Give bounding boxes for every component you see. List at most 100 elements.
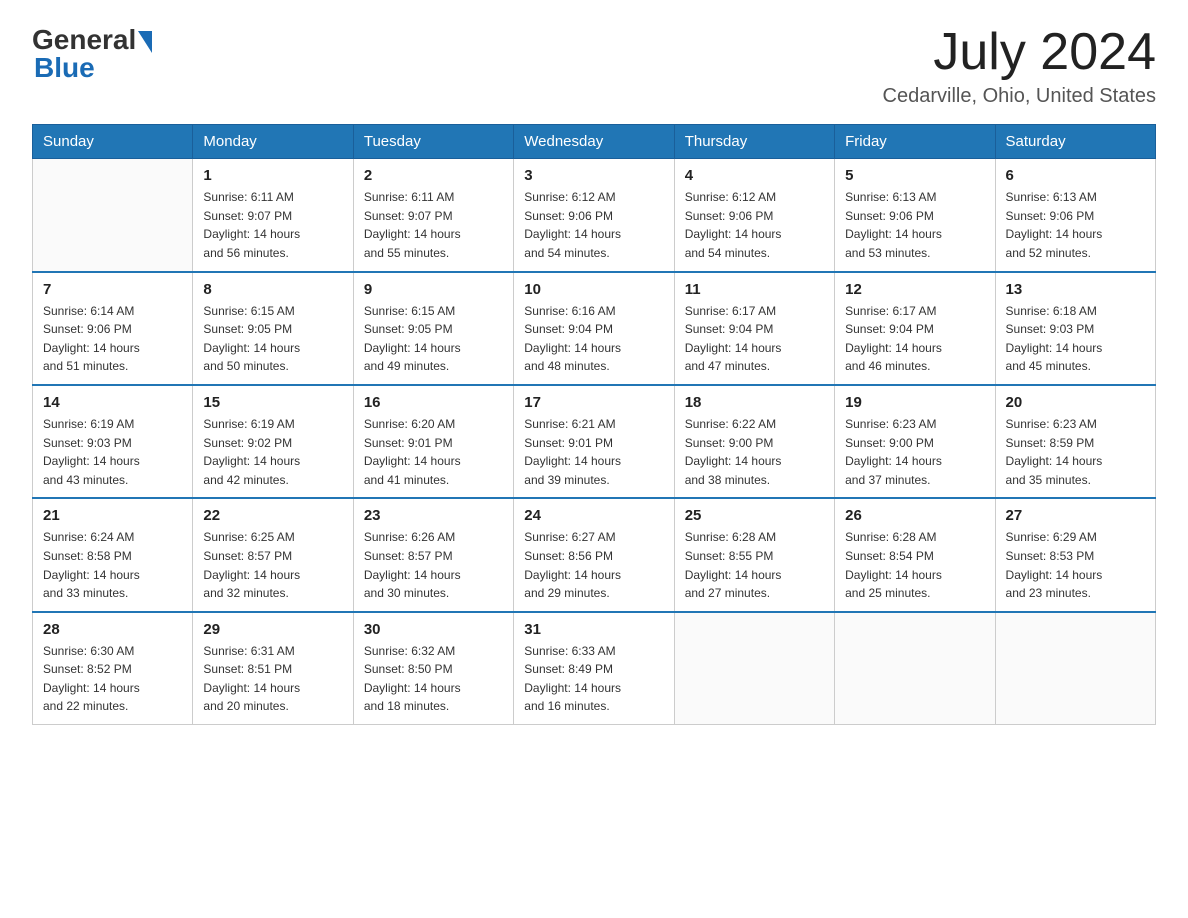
day-number: 23	[364, 507, 503, 524]
calendar-cell: 30 Sunrise: 6:32 AMSunset: 8:50 PMDayligh…	[353, 612, 513, 725]
day-number: 6	[1006, 167, 1145, 184]
day-number: 18	[685, 394, 824, 411]
day-info: Sunrise: 6:31 AMSunset: 8:51 PMDaylight:…	[203, 642, 342, 716]
day-number: 13	[1006, 281, 1145, 298]
day-info: Sunrise: 6:20 AMSunset: 9:01 PMDaylight:…	[364, 415, 503, 489]
calendar-week-row: 7 Sunrise: 6:14 AMSunset: 9:06 PMDaylight…	[33, 272, 1156, 385]
calendar-cell: 3 Sunrise: 6:12 AMSunset: 9:06 PMDaylight…	[514, 159, 674, 272]
day-info: Sunrise: 6:12 AMSunset: 9:06 PMDaylight:…	[685, 188, 824, 262]
day-info: Sunrise: 6:21 AMSunset: 9:01 PMDaylight:…	[524, 415, 663, 489]
day-info: Sunrise: 6:33 AMSunset: 8:49 PMDaylight:…	[524, 642, 663, 716]
calendar-cell: 13 Sunrise: 6:18 AMSunset: 9:03 PMDayligh…	[995, 272, 1155, 385]
page-header: General Blue July 2024 Cedarville, Ohio,…	[32, 24, 1156, 108]
calendar-cell: 9 Sunrise: 6:15 AMSunset: 9:05 PMDaylight…	[353, 272, 513, 385]
day-number: 14	[43, 394, 182, 411]
calendar-week-row: 1 Sunrise: 6:11 AMSunset: 9:07 PMDaylight…	[33, 159, 1156, 272]
logo-blue-text: Blue	[34, 52, 152, 84]
day-info: Sunrise: 6:18 AMSunset: 9:03 PMDaylight:…	[1006, 302, 1145, 376]
day-number: 8	[203, 281, 342, 298]
calendar-week-row: 21 Sunrise: 6:24 AMSunset: 8:58 PMDayligh…	[33, 498, 1156, 611]
day-info: Sunrise: 6:30 AMSunset: 8:52 PMDaylight:…	[43, 642, 182, 716]
day-number: 4	[685, 167, 824, 184]
day-number: 30	[364, 621, 503, 638]
day-number: 3	[524, 167, 663, 184]
calendar-cell: 16Sunrise: 6:20 AMSunset: 9:01 PMDayligh…	[353, 385, 513, 498]
calendar-cell: 6Sunrise: 6:13 AMSunset: 9:06 PMDaylight…	[995, 159, 1155, 272]
day-info: Sunrise: 6:23 AMSunset: 9:00 PMDaylight:…	[845, 415, 984, 489]
calendar-cell: 1 Sunrise: 6:11 AMSunset: 9:07 PMDaylight…	[193, 159, 353, 272]
day-number: 15	[203, 394, 342, 411]
day-info: Sunrise: 6:14 AMSunset: 9:06 PMDaylight:…	[43, 302, 182, 376]
weekday-header-friday: Friday	[835, 125, 995, 159]
day-info: Sunrise: 6:12 AMSunset: 9:06 PMDaylight:…	[524, 188, 663, 262]
calendar-cell: 4 Sunrise: 6:12 AMSunset: 9:06 PMDaylight…	[674, 159, 834, 272]
day-number: 19	[845, 394, 984, 411]
day-info: Sunrise: 6:32 AMSunset: 8:50 PMDaylight:…	[364, 642, 503, 716]
calendar-cell: 2 Sunrise: 6:11 AMSunset: 9:07 PMDaylight…	[353, 159, 513, 272]
month-year-title: July 2024	[883, 24, 1156, 81]
weekday-header-saturday: Saturday	[995, 125, 1155, 159]
day-info: Sunrise: 6:15 AMSunset: 9:05 PMDaylight:…	[364, 302, 503, 376]
day-info: Sunrise: 6:11 AMSunset: 9:07 PMDaylight:…	[364, 188, 503, 262]
day-info: Sunrise: 6:26 AMSunset: 8:57 PMDaylight:…	[364, 528, 503, 602]
calendar-cell: 5Sunrise: 6:13 AMSunset: 9:06 PMDaylight…	[835, 159, 995, 272]
day-info: Sunrise: 6:23 AMSunset: 8:59 PMDaylight:…	[1006, 415, 1145, 489]
location-subtitle: Cedarville, Ohio, United States	[883, 85, 1156, 108]
day-info: Sunrise: 6:13 AMSunset: 9:06 PMDaylight:…	[845, 188, 984, 262]
calendar-cell: 14 Sunrise: 6:19 AMSunset: 9:03 PMDayligh…	[33, 385, 193, 498]
calendar-cell: 11Sunrise: 6:17 AMSunset: 9:04 PMDayligh…	[674, 272, 834, 385]
day-number: 1	[203, 167, 342, 184]
calendar-cell: 20 Sunrise: 6:23 AMSunset: 8:59 PMDayligh…	[995, 385, 1155, 498]
calendar-week-row: 28 Sunrise: 6:30 AMSunset: 8:52 PMDayligh…	[33, 612, 1156, 725]
weekday-header-tuesday: Tuesday	[353, 125, 513, 159]
calendar-cell: 24Sunrise: 6:27 AMSunset: 8:56 PMDayligh…	[514, 498, 674, 611]
day-number: 12	[845, 281, 984, 298]
day-number: 21	[43, 507, 182, 524]
calendar-header: SundayMondayTuesdayWednesdayThursdayFrid…	[33, 125, 1156, 159]
day-info: Sunrise: 6:17 AMSunset: 9:04 PMDaylight:…	[685, 302, 824, 376]
calendar-cell: 29 Sunrise: 6:31 AMSunset: 8:51 PMDayligh…	[193, 612, 353, 725]
day-info: Sunrise: 6:15 AMSunset: 9:05 PMDaylight:…	[203, 302, 342, 376]
calendar-cell: 19 Sunrise: 6:23 AMSunset: 9:00 PMDayligh…	[835, 385, 995, 498]
day-number: 9	[364, 281, 503, 298]
weekday-header-monday: Monday	[193, 125, 353, 159]
logo-arrow-icon	[138, 31, 152, 53]
calendar-cell: 7 Sunrise: 6:14 AMSunset: 9:06 PMDaylight…	[33, 272, 193, 385]
day-number: 31	[524, 621, 663, 638]
weekday-header-sunday: Sunday	[33, 125, 193, 159]
weekday-header-thursday: Thursday	[674, 125, 834, 159]
calendar-cell	[835, 612, 995, 725]
calendar-cell: 31 Sunrise: 6:33 AMSunset: 8:49 PMDayligh…	[514, 612, 674, 725]
day-number: 29	[203, 621, 342, 638]
day-number: 7	[43, 281, 182, 298]
day-info: Sunrise: 6:17 AMSunset: 9:04 PMDaylight:…	[845, 302, 984, 376]
calendar-cell	[674, 612, 834, 725]
weekday-header-wednesday: Wednesday	[514, 125, 674, 159]
calendar-cell: 27Sunrise: 6:29 AMSunset: 8:53 PMDayligh…	[995, 498, 1155, 611]
day-info: Sunrise: 6:28 AMSunset: 8:55 PMDaylight:…	[685, 528, 824, 602]
title-area: July 2024 Cedarville, Ohio, United State…	[883, 24, 1156, 108]
calendar-cell: 17Sunrise: 6:21 AMSunset: 9:01 PMDayligh…	[514, 385, 674, 498]
logo: General Blue	[32, 24, 152, 84]
day-info: Sunrise: 6:24 AMSunset: 8:58 PMDaylight:…	[43, 528, 182, 602]
day-info: Sunrise: 6:28 AMSunset: 8:54 PMDaylight:…	[845, 528, 984, 602]
calendar-cell	[33, 159, 193, 272]
day-info: Sunrise: 6:11 AMSunset: 9:07 PMDaylight:…	[203, 188, 342, 262]
day-number: 28	[43, 621, 182, 638]
day-number: 22	[203, 507, 342, 524]
calendar-cell: 23 Sunrise: 6:26 AMSunset: 8:57 PMDayligh…	[353, 498, 513, 611]
calendar-cell: 8 Sunrise: 6:15 AMSunset: 9:05 PMDaylight…	[193, 272, 353, 385]
day-number: 20	[1006, 394, 1145, 411]
day-number: 26	[845, 507, 984, 524]
calendar-cell	[995, 612, 1155, 725]
calendar-cell: 25Sunrise: 6:28 AMSunset: 8:55 PMDayligh…	[674, 498, 834, 611]
calendar-cell: 15Sunrise: 6:19 AMSunset: 9:02 PMDayligh…	[193, 385, 353, 498]
day-info: Sunrise: 6:19 AMSunset: 9:03 PMDaylight:…	[43, 415, 182, 489]
weekday-header-row: SundayMondayTuesdayWednesdayThursdayFrid…	[33, 125, 1156, 159]
day-number: 27	[1006, 507, 1145, 524]
calendar-cell: 10Sunrise: 6:16 AMSunset: 9:04 PMDayligh…	[514, 272, 674, 385]
calendar-cell: 26 Sunrise: 6:28 AMSunset: 8:54 PMDayligh…	[835, 498, 995, 611]
day-number: 2	[364, 167, 503, 184]
calendar-week-row: 14 Sunrise: 6:19 AMSunset: 9:03 PMDayligh…	[33, 385, 1156, 498]
day-number: 24	[524, 507, 663, 524]
